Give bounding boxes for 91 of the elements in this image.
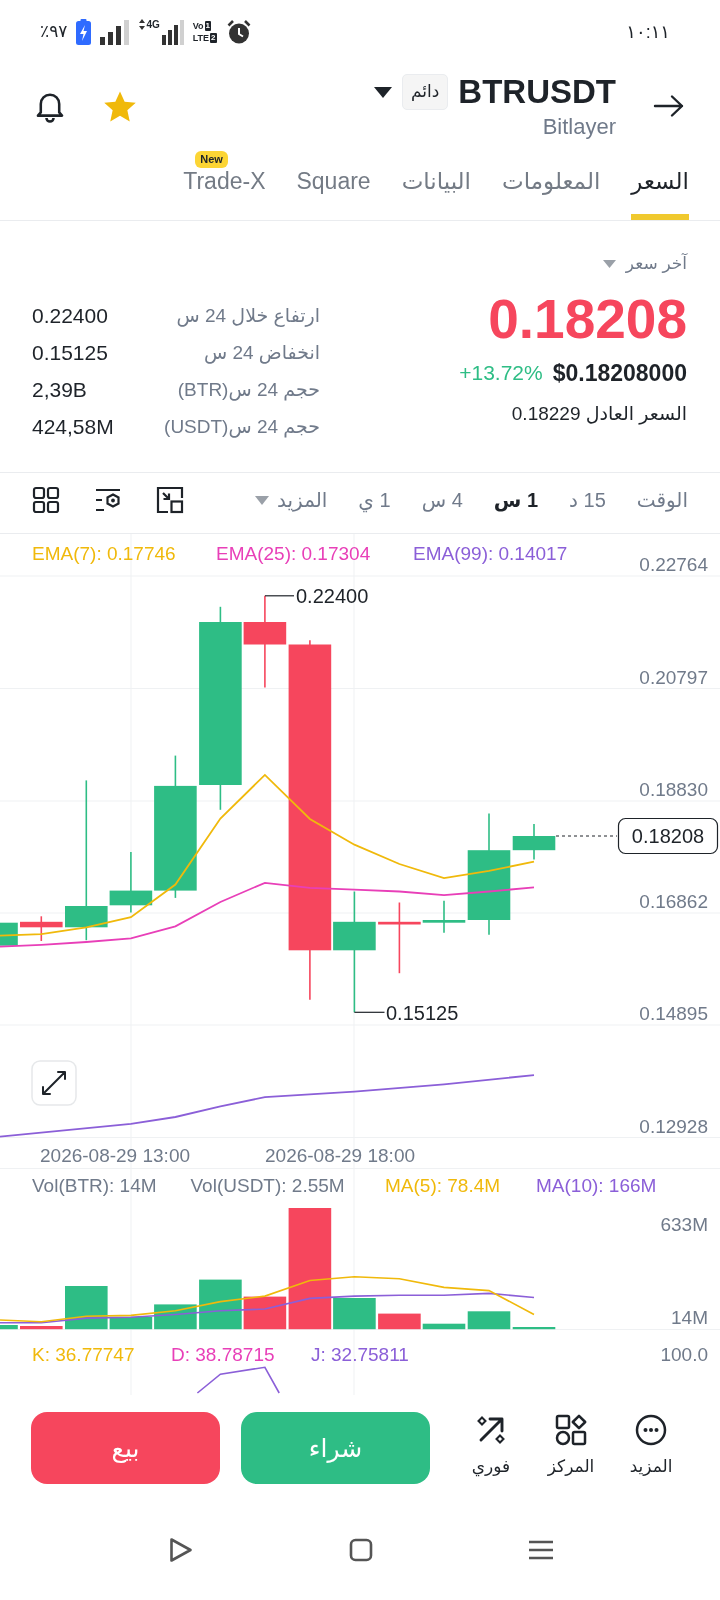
convert-button[interactable]: فوري bbox=[459, 1414, 523, 1478]
high-price-label: 0.22400 bbox=[296, 585, 369, 607]
time-axis-label: 2026-08-29 13:00 bbox=[40, 1145, 190, 1166]
leader-line bbox=[353, 1011, 386, 1013]
kdj-axis-label: 100.0 bbox=[660, 1344, 708, 1365]
stat-label: حجم 24 س(BTR) bbox=[177, 378, 320, 401]
price-axis-label: 0.20797 bbox=[639, 666, 708, 688]
price-type-dropdown[interactable]: آخر سعر bbox=[602, 252, 687, 276]
stat-label: ارتفاع خلال 24 س bbox=[176, 304, 320, 327]
signal-icon bbox=[100, 19, 131, 45]
caret-icon bbox=[255, 495, 270, 505]
usd-price: $0.18208000 bbox=[552, 359, 687, 387]
indicator-legend-label: MA(10): 166M bbox=[536, 1174, 657, 1196]
grid-icon[interactable] bbox=[32, 486, 60, 514]
menu-icon[interactable] bbox=[528, 1540, 554, 1560]
fair-price: السعر العادل 0.18229 bbox=[511, 402, 687, 426]
settings-icon[interactable] bbox=[94, 486, 122, 514]
stat-label: انخفاض 24 س bbox=[203, 341, 320, 364]
volte-label: Vo bbox=[192, 20, 204, 32]
indicator-legend-label: Vol(BTR): 14M bbox=[32, 1174, 157, 1196]
tab[interactable]: البيانات bbox=[401, 168, 471, 220]
stat-value: 424,58M bbox=[32, 414, 114, 439]
interval-tab[interactable]: 1 س bbox=[493, 487, 539, 513]
price-axis-label: 0.14895 bbox=[639, 1003, 708, 1024]
caret-icon[interactable] bbox=[374, 86, 392, 98]
tab[interactable]: Trade-X bbox=[183, 168, 266, 220]
last-price: 0.18208 bbox=[488, 291, 687, 347]
battery-percentage: ٪٩٧ bbox=[40, 21, 68, 43]
sell-button[interactable]: بيع bbox=[31, 1412, 220, 1484]
network-type-label: 4G bbox=[146, 19, 160, 30]
volume-bar bbox=[0, 1325, 18, 1330]
expand-icon bbox=[42, 1071, 66, 1095]
leader-line bbox=[264, 595, 295, 597]
volume-bar bbox=[20, 1326, 63, 1330]
indicator-legend-label: K: 36.77747 bbox=[32, 1344, 135, 1365]
price-change: +13.72% bbox=[459, 360, 543, 386]
indicator-legend-label: MA(5): 78.4M bbox=[385, 1174, 501, 1196]
volume-axis-label: 633M bbox=[660, 1214, 708, 1235]
time-axis-label: 2026-08-29 18:00 bbox=[265, 1145, 415, 1166]
stat-value: 0.15125 bbox=[32, 340, 108, 365]
sim-slot-badge: 2 bbox=[210, 33, 217, 43]
data-arrows-icon bbox=[139, 19, 146, 30]
price-axis-label: 0.16862 bbox=[639, 891, 708, 912]
expand-button[interactable] bbox=[31, 1060, 77, 1106]
interval-tab[interactable]: 1 ي bbox=[358, 487, 391, 513]
last-price-tag: 0.18208 bbox=[617, 817, 719, 855]
stat-value: 0.22400 bbox=[32, 303, 108, 328]
candlestick bbox=[0, 922, 18, 946]
price-axis-label: 0.12928 bbox=[639, 1115, 708, 1137]
symbol-title[interactable]: BTRUSDT bbox=[458, 72, 616, 112]
more-button[interactable]: المزيد bbox=[619, 1414, 683, 1478]
indicator-legend-label: EMA(99): 0.14017 bbox=[413, 543, 568, 564]
volte-label: LTE bbox=[192, 32, 210, 44]
price-axis-label: 0.22764 bbox=[639, 554, 708, 575]
more-icon bbox=[635, 1414, 667, 1446]
indicator-legend-label: EMA(25): 0.17304 bbox=[216, 543, 371, 564]
triangle-icon[interactable] bbox=[168, 1536, 194, 1564]
price-axis-label: 0.18830 bbox=[639, 779, 708, 800]
stat-value: 2,39B bbox=[32, 377, 87, 402]
battery-icon bbox=[76, 19, 92, 45]
caret-icon bbox=[602, 260, 616, 268]
interval-tab[interactable]: 4 س bbox=[421, 487, 463, 513]
box-arrow-icon[interactable] bbox=[156, 486, 184, 514]
more-dropdown[interactable]: المزيد bbox=[255, 487, 328, 513]
buy-button[interactable]: شراء bbox=[241, 1412, 430, 1484]
positions-button[interactable]: المركز bbox=[539, 1414, 603, 1478]
tab[interactable]: المعلومات bbox=[502, 168, 601, 220]
tab[interactable]: Square bbox=[296, 168, 371, 220]
indicator-legend-label: Vol(USDT): 2.55M bbox=[190, 1174, 345, 1196]
interval-tab[interactable]: الوقت bbox=[636, 487, 688, 513]
arrow-icon[interactable] bbox=[653, 94, 685, 118]
last-price-line bbox=[555, 835, 618, 837]
sim-slot-badge: 1 bbox=[204, 21, 212, 31]
low-price-label: 0.15125 bbox=[386, 1001, 459, 1024]
stat-label: حجم 24 س(USDT) bbox=[164, 415, 320, 438]
indicator-legend-label: J: 32.75811 bbox=[311, 1344, 409, 1365]
volume-axis-label: 14M bbox=[671, 1307, 708, 1328]
alarm-clock-icon bbox=[225, 19, 252, 45]
tab[interactable]: السعر bbox=[631, 168, 689, 220]
indicator-legend-label: D: 38.78715 bbox=[171, 1344, 275, 1365]
shapes-icon bbox=[555, 1414, 587, 1446]
clock-time: ١٠:١١ bbox=[626, 21, 670, 43]
subtitle: Bitlayer bbox=[542, 114, 616, 140]
diagonal-arrow-icon bbox=[475, 1414, 507, 1446]
interval-tab[interactable]: 15 د bbox=[569, 487, 606, 513]
candlestick bbox=[20, 915, 63, 942]
indicator-legend-label: EMA(7): 0.17746 bbox=[32, 543, 176, 564]
square-icon[interactable] bbox=[349, 1538, 373, 1562]
signal-icon bbox=[161, 20, 184, 45]
new-badge: New bbox=[195, 151, 228, 168]
type-badge: دائم bbox=[402, 74, 449, 110]
